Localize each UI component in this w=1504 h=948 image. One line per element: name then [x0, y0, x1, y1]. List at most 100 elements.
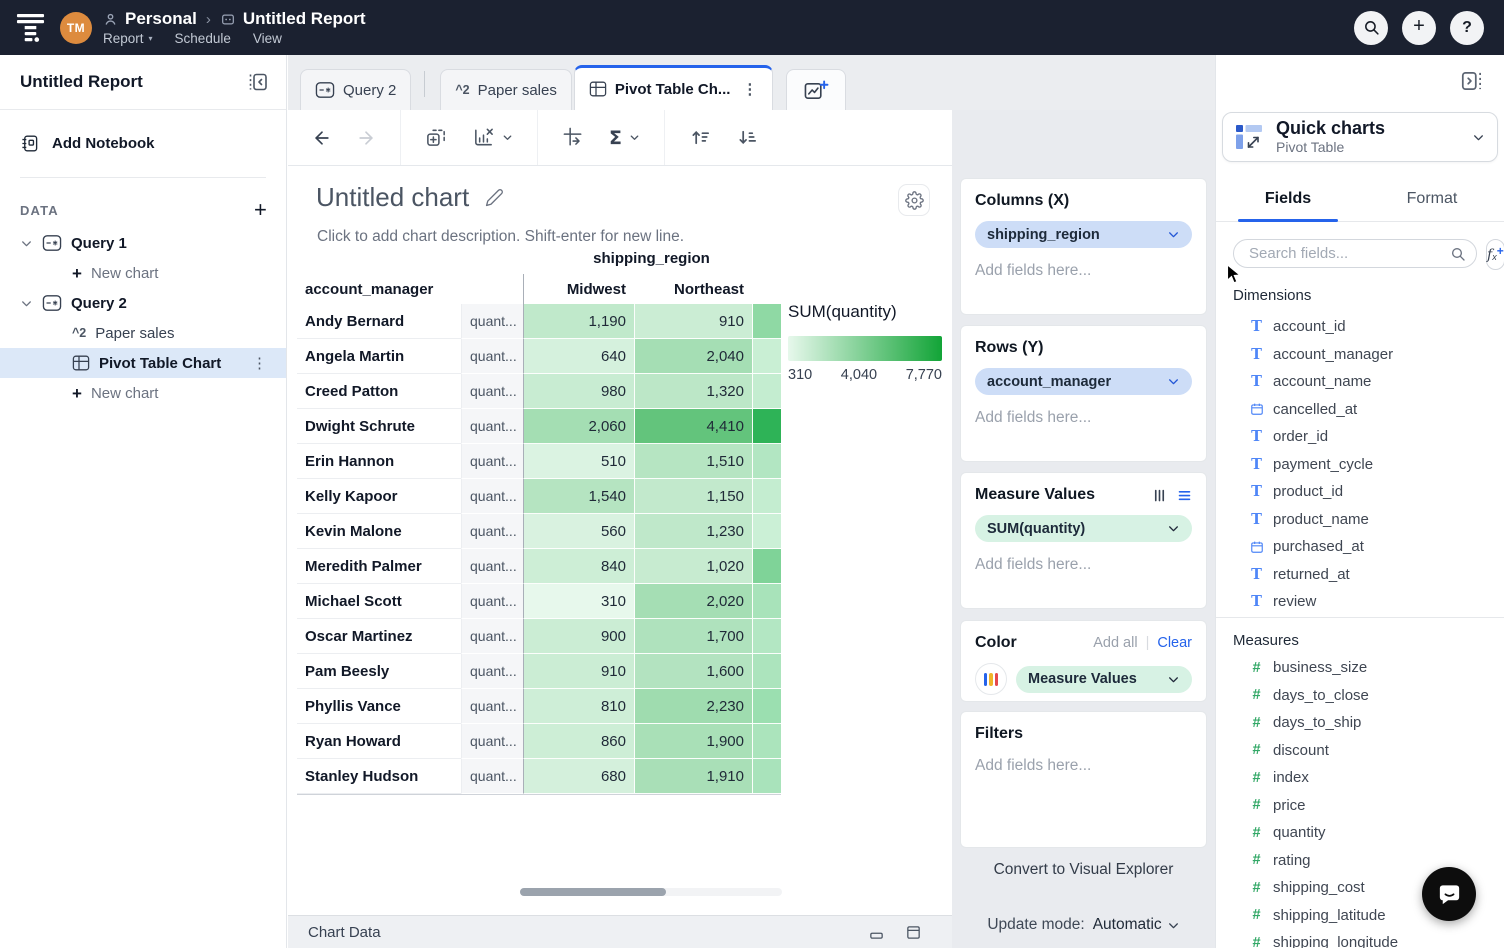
pivot-partial-cell[interactable] — [753, 584, 781, 619]
pivot-partial-cell[interactable] — [753, 759, 781, 794]
app-logo-icon[interactable] — [16, 11, 45, 44]
dimension-account-manager[interactable]: Taccount_manager — [1216, 341, 1504, 369]
pivot-partial-cell[interactable] — [753, 444, 781, 479]
pivot-measure-label[interactable]: quant... — [461, 374, 523, 409]
dimension-product-id[interactable]: Tproduct_id — [1216, 478, 1504, 506]
remove-chart-dropdown-button[interactable] — [472, 126, 513, 149]
kebab-icon[interactable]: ⋮ — [742, 82, 758, 97]
pivot-partial-cell[interactable] — [753, 654, 781, 689]
pivot-partial-cell[interactable] — [753, 619, 781, 654]
pivot-value-cell[interactable]: 2,230 — [635, 689, 753, 724]
horizontal-scrollbar[interactable] — [520, 888, 782, 896]
aggregate-dropdown-button[interactable]: Σ — [609, 127, 640, 149]
pivot-value-cell[interactable]: 1,150 — [635, 479, 753, 514]
pivot-measure-label[interactable]: quant... — [461, 549, 523, 584]
pivot-value-cell[interactable]: 810 — [523, 689, 635, 724]
pivot-partial-cell[interactable] — [753, 689, 781, 724]
pivot-value-cell[interactable]: 640 — [523, 339, 635, 374]
pivot-measure-label[interactable]: quant... — [461, 654, 523, 689]
pivot-row-label[interactable]: Kelly Kapoor — [297, 479, 461, 514]
pivot-partial-cell[interactable] — [753, 304, 781, 339]
pivot-row-label[interactable]: Angela Martin — [297, 339, 461, 374]
pivot-value-cell[interactable]: 860 — [523, 724, 635, 759]
palette-icon[interactable] — [975, 663, 1007, 695]
tab-paper-sales[interactable]: ^2Paper sales — [440, 69, 571, 110]
rows-field-pill[interactable]: account_manager — [975, 368, 1192, 395]
pivot-measure-label[interactable]: quant... — [461, 689, 523, 724]
pivot-row-label[interactable]: Phyllis Vance — [297, 689, 461, 724]
forward-button[interactable] — [356, 128, 376, 148]
pivot-value-cell[interactable]: 1,540 — [523, 479, 635, 514]
chart-title[interactable]: Untitled chart — [316, 182, 504, 213]
pivot-measure-label[interactable]: quant... — [461, 304, 523, 339]
menu-view[interactable]: View — [253, 31, 282, 46]
sidebar-item-pivot-table-chart[interactable]: Pivot Table Chart⋮ — [0, 348, 286, 378]
search-fields-input[interactable] — [1247, 244, 1450, 263]
sidebar-item-new-chart[interactable]: +New chart — [0, 258, 286, 288]
pivot-value-cell[interactable]: 1,900 — [635, 724, 753, 759]
pivot-measure-label[interactable]: quant... — [461, 514, 523, 549]
pivot-measure-label[interactable]: quant... — [461, 444, 523, 479]
pivot-partial-cell[interactable] — [753, 409, 781, 444]
menu-schedule[interactable]: Schedule — [175, 31, 231, 46]
dimension-purchased-at[interactable]: purchased_at — [1216, 533, 1504, 561]
pivot-row-label[interactable]: Oscar Martinez — [297, 619, 461, 654]
color-clear-button[interactable]: Clear — [1157, 635, 1192, 651]
pivot-value-cell[interactable]: 1,020 — [635, 549, 753, 584]
maximize-icon[interactable] — [905, 924, 922, 941]
chart-data-bar[interactable]: Chart Data — [288, 915, 952, 948]
pivot-value-cell[interactable]: 1,700 — [635, 619, 753, 654]
pivot-value-cell[interactable]: 1,910 — [635, 759, 753, 794]
pivot-value-cell[interactable]: 680 — [523, 759, 635, 794]
measures-add-fields[interactable]: Add fields here... — [975, 556, 1192, 574]
color-field-pill[interactable]: Measure Values — [1016, 666, 1192, 693]
pivot-measure-label[interactable]: quant... — [461, 724, 523, 759]
tab-pivot-table-ch[interactable]: Pivot Table Ch...⋮ — [574, 65, 774, 110]
dimension-returned-at[interactable]: Treturned_at — [1216, 561, 1504, 589]
pivot-value-cell[interactable]: 840 — [523, 549, 635, 584]
menu-report[interactable]: Report▾ — [103, 31, 153, 46]
avatar[interactable]: TM — [60, 12, 92, 44]
duplicate-chart-button[interactable] — [425, 126, 448, 149]
convert-to-visual-explorer-button[interactable]: Convert to Visual Explorer — [952, 861, 1215, 879]
pivot-value-cell[interactable]: 310 — [523, 584, 635, 619]
pivot-row-label[interactable]: Kevin Malone — [297, 514, 461, 549]
pivot-value-cell[interactable]: 510 — [523, 444, 635, 479]
pivot-value-cell[interactable]: 980 — [523, 374, 635, 409]
pivot-measure-label[interactable]: quant... — [461, 409, 523, 444]
pivot-partial-cell[interactable] — [753, 549, 781, 584]
measure-business-size[interactable]: #business_size — [1216, 654, 1504, 682]
measure-index[interactable]: #index — [1216, 764, 1504, 792]
pivot-row-label[interactable]: Pam Beesly — [297, 654, 461, 689]
pivot-row-label[interactable]: Michael Scott — [297, 584, 461, 619]
collapse-sidebar-icon[interactable] — [246, 70, 270, 94]
pivot-partial-cell[interactable] — [753, 514, 781, 549]
sidebar-item-query-1[interactable]: Query 1 — [0, 228, 286, 258]
pivot-row-label[interactable]: Stanley Hudson — [297, 759, 461, 794]
dimension-product-name[interactable]: Tproduct_name — [1216, 506, 1504, 534]
tab-query-2[interactable]: Query 2 — [300, 69, 411, 110]
minimize-icon[interactable] — [868, 924, 885, 941]
measure-days-to-close[interactable]: #days_to_close — [1216, 682, 1504, 710]
back-button[interactable] — [312, 128, 332, 148]
dimension-account-id[interactable]: Taccount_id — [1216, 313, 1504, 341]
measure-days-to-ship[interactable]: #days_to_ship — [1216, 709, 1504, 737]
rows-add-fields[interactable]: Add fields here... — [975, 409, 1192, 427]
kebab-icon[interactable]: ⋮ — [252, 356, 268, 371]
sort-ascending-button[interactable] — [689, 126, 712, 149]
measure-price[interactable]: #price — [1216, 792, 1504, 820]
dimension-account-name[interactable]: Taccount_name — [1216, 368, 1504, 396]
pivot-partial-cell[interactable] — [753, 479, 781, 514]
pivot-measure-label[interactable]: quant... — [461, 584, 523, 619]
pivot-value-cell[interactable]: 1,600 — [635, 654, 753, 689]
dimension-payment-cycle[interactable]: Tpayment_cycle — [1216, 451, 1504, 479]
pivot-partial-cell[interactable] — [753, 374, 781, 409]
pivot-row-label[interactable]: Ryan Howard — [297, 724, 461, 759]
dimension-cancelled-at[interactable]: cancelled_at — [1216, 396, 1504, 424]
measure-field-pill[interactable]: SUM(quantity) — [975, 515, 1192, 542]
pivot-value-cell[interactable]: 900 — [523, 619, 635, 654]
new-chart-tab-button[interactable] — [786, 69, 846, 110]
tab-format[interactable]: Format — [1360, 176, 1504, 221]
add-notebook-button[interactable]: Add Notebook — [20, 134, 266, 153]
pivot-value-cell[interactable]: 2,020 — [635, 584, 753, 619]
